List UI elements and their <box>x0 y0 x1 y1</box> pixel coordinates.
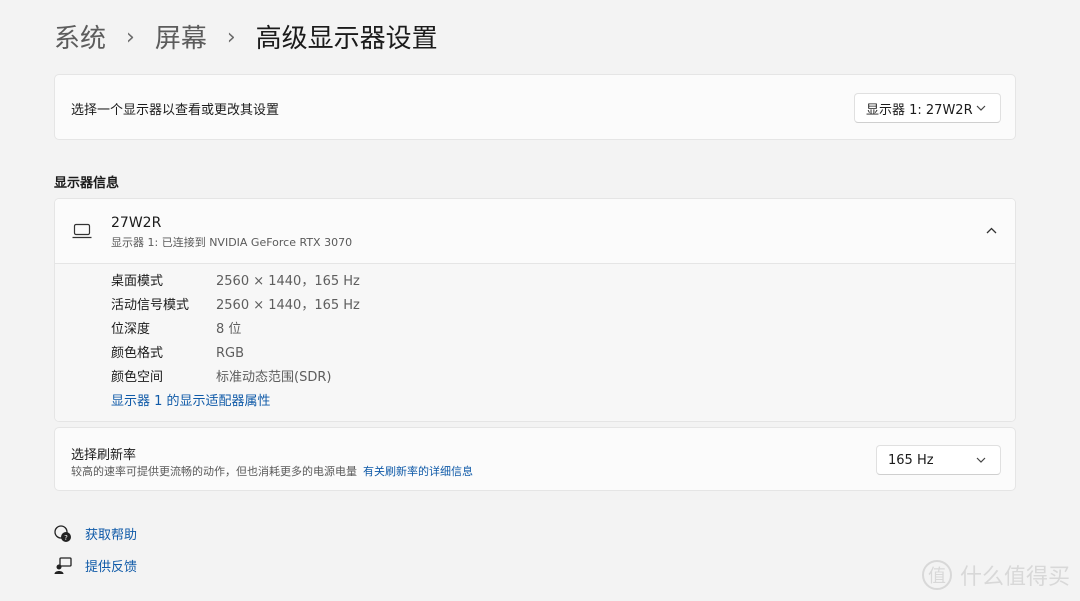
display-info-header[interactable]: 27W2R 显示器 1: 已连接到 NVIDIA GeForce RTX 307… <box>55 199 1015 264</box>
property-value: 8 位 <box>216 322 242 337</box>
display-select-value: 显示器 1: 27W2R <box>866 102 973 118</box>
breadcrumb-separator: › <box>126 25 135 50</box>
property-value: 2560 × 1440，165 Hz <box>216 274 360 289</box>
get-help-label: 获取帮助 <box>85 528 138 543</box>
refresh-rate-card: 选择刷新率 较高的速率可提供更流畅的动作，但也消耗更多的电源电量 有关刷新率的详细… <box>54 427 1016 491</box>
breadcrumb-display[interactable]: 屏幕 <box>155 20 207 58</box>
property-key: 位深度 <box>111 322 151 337</box>
property-value: 2560 × 1440，165 Hz <box>216 298 360 313</box>
refresh-rate-description: 较高的速率可提供更流畅的动作，但也消耗更多的电源电量 <box>71 465 357 478</box>
refresh-rate-subtitle-row: 较高的速率可提供更流畅的动作，但也消耗更多的电源电量 有关刷新率的详细信息 <box>71 463 473 479</box>
property-key: 活动信号模式 <box>111 298 190 313</box>
monitor-subtitle: 显示器 1: 已连接到 NVIDIA GeForce RTX 3070 <box>111 236 353 249</box>
adapter-properties-row: 显示器 1 的显示适配器属性 <box>111 392 271 412</box>
select-display-label: 选择一个显示器以查看或更改其设置 <box>71 103 280 118</box>
refresh-rate-dropdown[interactable]: 165 Hz <box>876 445 1001 475</box>
laptop-monitor-icon <box>72 223 92 239</box>
adapter-properties-link[interactable]: 显示器 1 的显示适配器属性 <box>111 394 271 409</box>
select-display-card: 选择一个显示器以查看或更改其设置 显示器 1: 27W2R <box>54 74 1016 140</box>
property-value: RGB <box>216 346 245 361</box>
property-key: 颜色格式 <box>111 346 164 361</box>
watermark: 值 什么值得买 <box>921 559 1070 591</box>
page-title: 高级显示器设置 <box>255 24 438 54</box>
breadcrumb-separator: › <box>226 25 236 50</box>
give-feedback-link[interactable]: 提供反馈 <box>54 556 137 575</box>
watermark-logo: 值 <box>921 560 952 590</box>
breadcrumb-system[interactable]: 系统 <box>54 20 106 58</box>
refresh-rate-value: 165 Hz <box>888 452 934 468</box>
get-help-link[interactable]: ? 获取帮助 <box>54 524 137 543</box>
watermark-text: 什么值得买 <box>959 565 1070 590</box>
chevron-up-icon[interactable] <box>986 227 997 234</box>
feedback-person-icon <box>54 556 72 574</box>
display-info-body: 桌面模式 2560 × 1440，165 Hz 活动信号模式 2560 × 14… <box>55 264 1015 421</box>
chevron-down-icon <box>976 457 986 463</box>
breadcrumb: 系统 › 屏幕 › 高级显示器设置 <box>54 20 438 58</box>
help-bubble-icon: ? <box>54 524 71 542</box>
chevron-down-icon <box>976 105 986 111</box>
property-key: 桌面模式 <box>111 274 164 289</box>
display-info-card: 27W2R 显示器 1: 已连接到 NVIDIA GeForce RTX 307… <box>54 198 1016 422</box>
svg-text:?: ? <box>64 534 68 542</box>
refresh-rate-info-link[interactable]: 有关刷新率的详细信息 <box>363 465 473 478</box>
refresh-rate-title: 选择刷新率 <box>71 448 137 463</box>
property-value: 标准动态范围(SDR) <box>216 370 332 385</box>
monitor-name: 27W2R <box>111 215 162 231</box>
give-feedback-label: 提供反馈 <box>85 560 138 575</box>
display-info-section-title: 显示器信息 <box>54 176 120 191</box>
display-select-dropdown[interactable]: 显示器 1: 27W2R <box>854 93 1001 123</box>
property-key: 颜色空间 <box>111 370 164 385</box>
